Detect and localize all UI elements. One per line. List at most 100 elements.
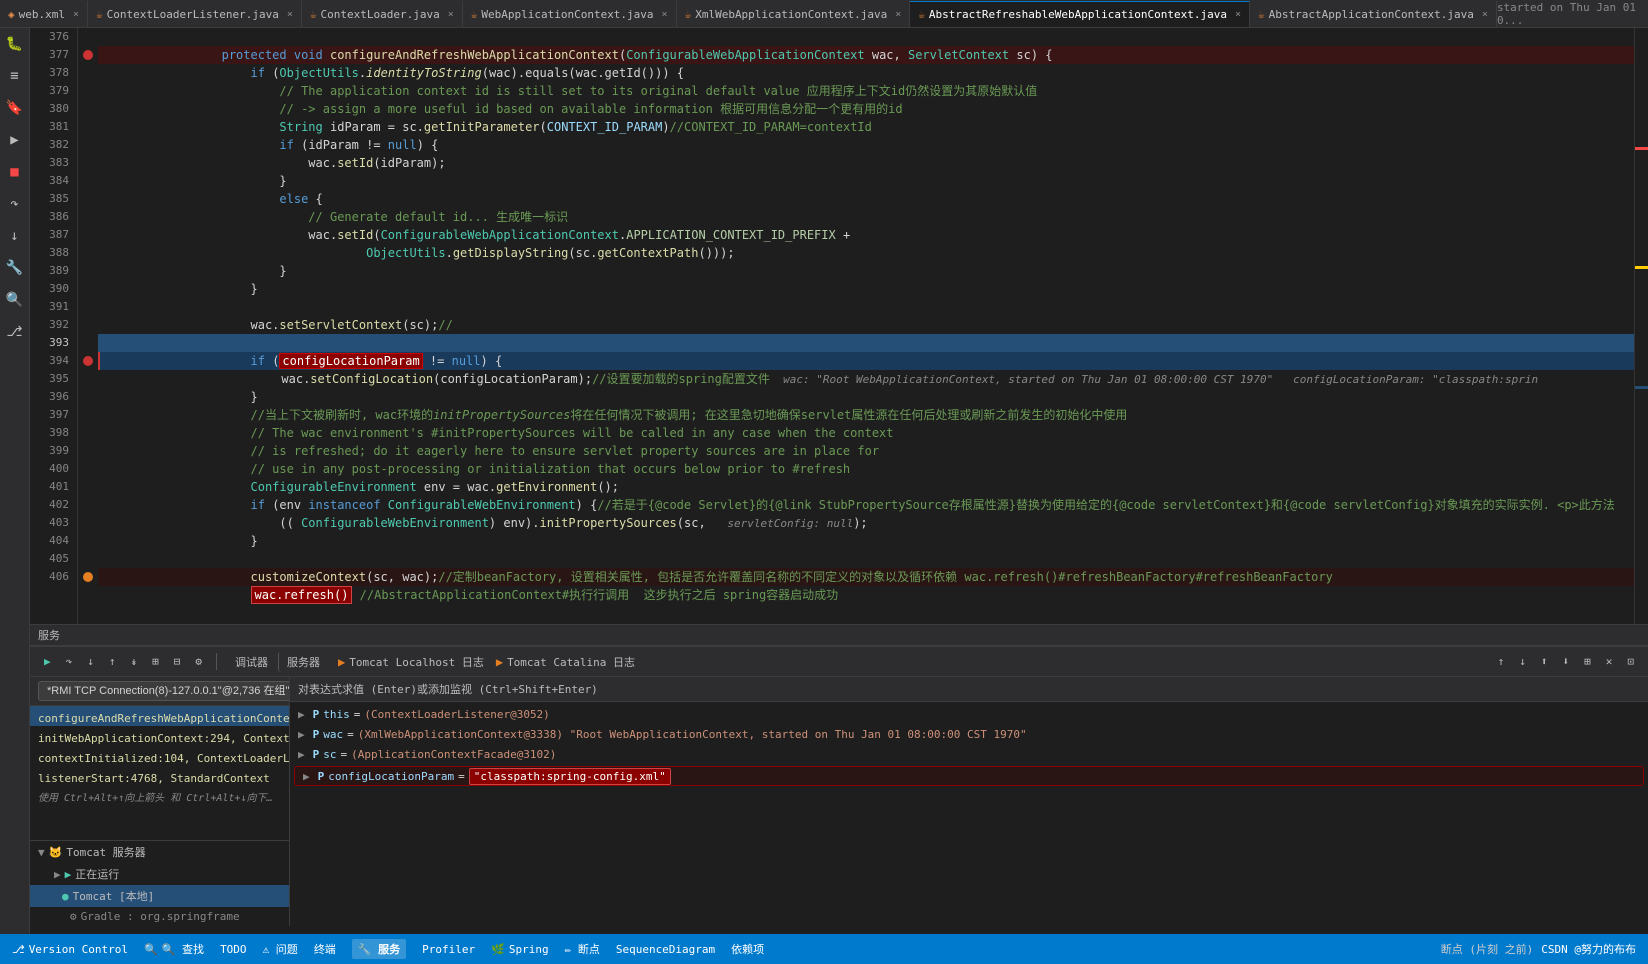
bookmark-icon[interactable]: 🔖 [3, 96, 27, 120]
code-line-376: protected void configureAndRefreshWebApp… [98, 28, 1634, 46]
tab-contextloader[interactable]: ☕ ContextLoader.java × [302, 1, 463, 27]
tab-webappcontext[interactable]: ☕ WebApplicationContext.java × [463, 1, 677, 27]
sort-btn[interactable]: ⊞ [1578, 653, 1597, 670]
down2-btn[interactable]: ⬇ [1557, 653, 1576, 670]
code-line-390 [98, 280, 1634, 298]
code-line-385: // Generate default id... 生成唯一标识 [98, 190, 1634, 208]
status-search[interactable]: 🔍 🔍 查找 [144, 941, 204, 957]
gutter-382 [78, 136, 98, 154]
step-into-icon[interactable]: ↓ [3, 224, 27, 248]
variables-header: 对表达式求值 (Enter)或添加监视 (Ctrl+Shift+Enter) [290, 677, 1648, 702]
down-btn[interactable]: ↓ [1513, 653, 1532, 670]
tab-close-icon[interactable]: × [73, 9, 79, 20]
var-configlocationparam[interactable]: ▶ P configLocationParam = "classpath:spr… [294, 766, 1644, 786]
tomcat-catalina-tab[interactable]: ▶ Tomcat Catalina 日志 [496, 654, 635, 670]
breakpoint-gutter[interactable] [78, 28, 98, 624]
tab-close-icon[interactable]: × [448, 9, 454, 20]
server-tab[interactable]: 服务器 [278, 652, 326, 672]
git-icon[interactable]: ⎇ [3, 320, 27, 344]
gutter-403 [78, 514, 98, 532]
step-out-btn[interactable]: ↑ [103, 653, 122, 670]
status-todo[interactable]: TODO [220, 943, 247, 956]
tab-close-icon[interactable]: × [1482, 9, 1488, 20]
status-problems[interactable]: ⚠ 问题 [263, 941, 298, 957]
tab-abstractappcontext[interactable]: ☕ AbstractApplicationContext.java × [1250, 1, 1497, 27]
settings-btn[interactable]: ⚙ [189, 653, 208, 670]
expand-btn[interactable]: ⊡ [1621, 653, 1640, 670]
tab-web-xml[interactable]: ◈ web.xml × [0, 1, 88, 27]
tomcat-server-item[interactable]: ▼ 🐱 Tomcat 服务器 [30, 841, 289, 863]
scroll-gutter[interactable] [1634, 28, 1648, 624]
var-this[interactable]: ▶ P this = (ContextLoaderListener@3052) [290, 704, 1648, 724]
step-over-btn[interactable]: ↷ [60, 653, 79, 670]
filter-btn[interactable]: ⊟ [168, 653, 187, 670]
frame-item-2[interactable]: contextInitialized:104, ContextLoaderLis… [30, 746, 289, 766]
gutter-392 [78, 316, 98, 334]
variables-list: ▶ P this = (ContextLoaderListener@3052) … [290, 702, 1648, 926]
code-line-404 [98, 532, 1634, 550]
code-editor[interactable]: 376 377 378 379 380 381 382 383 384 385 … [30, 28, 1648, 624]
tab-close-icon[interactable]: × [662, 9, 668, 20]
resume-btn[interactable]: ▶ [38, 653, 57, 670]
services-header: 服务 [30, 624, 1648, 646]
code-content[interactable]: protected void configureAndRefreshWebApp… [98, 28, 1634, 624]
evaluate-btn[interactable]: ⊞ [146, 653, 165, 670]
tomcat-icon: ▶ [338, 655, 345, 669]
status-dependencies[interactable]: 依赖项 [731, 941, 764, 957]
gutter-404 [78, 532, 98, 550]
tomcat-localhost-tab[interactable]: ▶ Tomcat Localhost 日志 [338, 654, 484, 670]
step-into-btn[interactable]: ↓ [81, 653, 100, 670]
gutter-377[interactable] [78, 46, 98, 64]
status-version-control[interactable]: ⎇ Version Control [12, 943, 128, 956]
tab-label: AbstractRefreshableWebApplicationContext… [929, 8, 1227, 21]
up-btn[interactable]: ↑ [1492, 653, 1511, 670]
gutter-394[interactable] [78, 352, 98, 370]
tomcat-server-label: Tomcat 服务器 [66, 844, 145, 860]
debug-toolbar: ▶ ↷ ↓ ↑ ↡ ⊞ ⊟ ⚙ 调试器 服务器 ▶ To [30, 647, 1648, 677]
var-wac[interactable]: ▶ P wac = (XmlWebApplicationContext@3338… [290, 724, 1648, 744]
tab-close-icon[interactable]: × [1235, 9, 1241, 20]
status-profiler[interactable]: Profiler [422, 943, 475, 956]
stop-icon[interactable]: ■ [3, 160, 27, 184]
running-label: 正在运行 [75, 866, 119, 882]
var-sc[interactable]: ▶ P sc = (ApplicationContextFacade@3102) [290, 744, 1648, 764]
tab-abstractrefreshable[interactable]: ☕ AbstractRefreshableWebApplicationConte… [910, 1, 1250, 27]
tool-icon[interactable]: 🔧 [3, 256, 27, 280]
tab-contextloaderlistener[interactable]: ☕ ContextLoaderListener.java × [88, 1, 302, 27]
services-label: 服务 [38, 627, 60, 643]
up2-btn[interactable]: ⬆ [1535, 653, 1554, 670]
gutter-406[interactable] [78, 568, 98, 586]
tab-close-icon[interactable]: × [287, 9, 293, 20]
expand-icon[interactable]: ▶ [298, 708, 305, 721]
gradle-item[interactable]: ⚙ Gradle : org.springframe [30, 907, 289, 926]
frame-item-0[interactable]: configureAndRefreshWebApplicationContext… [30, 706, 289, 726]
running-item[interactable]: ▶ ▶ 正在运行 [30, 863, 289, 885]
tab-xmlwebappcontext[interactable]: ☕ XmlWebApplicationContext.java × [677, 1, 911, 27]
frame-hint: 使用 Ctrl+Alt+↑向上箭头 和 Ctrl+Alt+↓向下箭头从 IDE … [30, 786, 289, 806]
debugger-tab[interactable]: 调试器 [229, 652, 274, 672]
status-notes[interactable]: ✏ 断点 [565, 941, 600, 957]
thread-dropdown[interactable]: *RMI TCP Connection(8)-127.0.0.1"@2,736 … [38, 681, 290, 701]
status-terminal[interactable]: 终端 [314, 941, 336, 957]
structure-icon[interactable]: ≡ [3, 64, 27, 88]
status-spring[interactable]: 🌿 Spring [491, 943, 548, 956]
expand-icon[interactable]: ▶ [303, 770, 310, 783]
run-cursor-btn[interactable]: ↡ [125, 653, 144, 670]
field-icon: P [318, 770, 325, 783]
gutter-379 [78, 82, 98, 100]
git-icon: ⎇ [12, 943, 25, 956]
tab-close-icon[interactable]: × [895, 9, 901, 20]
run-icon[interactable]: ▶ [3, 128, 27, 152]
frame-item-1[interactable]: initWebApplicationContext:294, ContextLo… [30, 726, 289, 746]
search-icon[interactable]: 🔍 [3, 288, 27, 312]
debug-icon[interactable]: 🐛 [3, 32, 27, 56]
status-services[interactable]: 🔧 服务 [352, 939, 406, 959]
close-btn[interactable]: ✕ [1600, 653, 1619, 670]
tab-label: WebApplicationContext.java [481, 8, 653, 21]
expand-icon[interactable]: ▶ [298, 728, 305, 741]
expand-icon[interactable]: ▶ [298, 748, 305, 761]
status-sequence[interactable]: SequenceDiagram [616, 943, 715, 956]
tomcat-local-item[interactable]: ● Tomcat [本地] [30, 885, 289, 907]
step-over-icon[interactable]: ↷ [3, 192, 27, 216]
frame-item-3[interactable]: listenerStart:4768, StandardContext (org… [30, 766, 289, 786]
